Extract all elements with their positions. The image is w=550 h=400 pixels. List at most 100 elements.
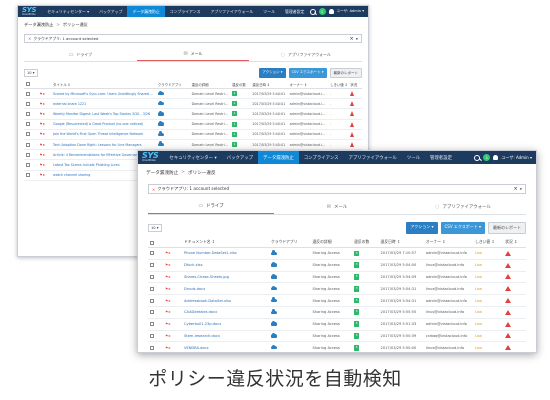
tab-app-firewall[interactable]: ◌ アプリファイアウォール xyxy=(400,200,526,214)
table-row[interactable]: ⚑➤ Scared by Microsoft's Sync.com: Users … xyxy=(24,88,362,100)
violation-count-cell[interactable]: 3 xyxy=(352,294,379,307)
nav-tools[interactable]: ツール xyxy=(258,6,280,17)
select-all-checkbox[interactable] xyxy=(150,240,154,245)
table-row[interactable]: ⚑➤ Google (Resurrected) a Great Product (… xyxy=(24,119,362,130)
nav-dlp[interactable]: データ漏洩防止 xyxy=(127,6,165,17)
document-link[interactable]: CAADdetaies.docx xyxy=(182,306,269,319)
violation-count-cell[interactable]: 3 xyxy=(352,282,379,296)
search-icon[interactable] xyxy=(474,154,481,161)
clear-filter-icon[interactable]: × xyxy=(349,36,353,42)
nav-compliance[interactable]: コンプライアンス xyxy=(299,151,344,164)
violation-count-cell[interactable]: 1 xyxy=(230,139,251,151)
col-threshold[interactable]: しきい値 ↕ xyxy=(473,237,504,248)
violation-count-badge[interactable]: 3 xyxy=(354,344,360,351)
refresh-report-button[interactable]: 最新のレポート xyxy=(488,222,526,234)
row-select[interactable] xyxy=(24,170,38,181)
violation-count-cell[interactable]: 1 xyxy=(230,88,251,100)
col-date[interactable]: 違反日時 ↕ xyxy=(250,80,288,89)
nav-dlp[interactable]: データ漏洩防止 xyxy=(258,151,299,164)
table-row[interactable]: ⚑➤ Shares-Chase-Sheets.jpg Sharing Access 3… xyxy=(148,271,526,284)
table-row[interactable]: ⚑➤ external share 1221 Domain Level Restri… xyxy=(24,98,362,110)
row-select[interactable] xyxy=(148,282,164,296)
row-select[interactable] xyxy=(148,330,164,343)
row-checkbox[interactable] xyxy=(150,310,154,315)
action-button[interactable]: アクション ▾ xyxy=(259,68,286,78)
chevron-down-icon[interactable]: ▼ xyxy=(520,187,522,191)
table-row[interactable]: ⚑➤ Join the World's First Open Threat Int… xyxy=(24,129,362,140)
row-checkbox[interactable] xyxy=(150,286,154,291)
row-select[interactable] xyxy=(148,341,164,352)
document-link[interactable]: Shares-Chase-Sheets.jpg xyxy=(182,271,269,284)
row-select[interactable] xyxy=(148,259,164,272)
violation-count-cell[interactable]: 3 xyxy=(352,259,379,272)
nav-backup[interactable]: バックアップ xyxy=(222,151,258,164)
col-owner[interactable]: オーナー ↕ xyxy=(423,237,474,248)
row-select[interactable] xyxy=(148,318,164,331)
breadcrumb-root[interactable]: データ漏洩防止 xyxy=(24,22,53,28)
violation-count-badge[interactable]: 3 xyxy=(354,309,360,316)
violation-count-badge[interactable]: 1 xyxy=(232,101,237,107)
row-checkbox[interactable] xyxy=(150,333,154,338)
row-select[interactable] xyxy=(24,129,38,140)
document-link[interactable]: VENDRA.docx xyxy=(182,341,269,352)
document-link[interactable]: Cyberbull1-23p.docx xyxy=(182,318,269,331)
user-menu[interactable]: ユーザ: Admin ▾ xyxy=(337,9,364,14)
nav-compliance[interactable]: コンプライアンス xyxy=(165,6,206,17)
document-link[interactable]: Addressbook-DataSet.xlsx xyxy=(182,294,269,307)
row-checkbox[interactable] xyxy=(150,274,154,279)
table-row[interactable]: ⚑➤ Addressbook-DataSet.xlsx Sharing Access… xyxy=(148,294,526,307)
row-select[interactable] xyxy=(148,294,164,307)
violation-count-badge[interactable]: 3 xyxy=(354,321,360,328)
chevron-down-icon[interactable]: ▼ xyxy=(356,37,358,41)
cloud-app-filter[interactable]: × クラウドアプリ: 1 account selected × ▼ xyxy=(24,34,362,43)
cloud-app-filter[interactable]: × クラウドアプリ: 1 account selected × ▼ xyxy=(148,184,526,194)
logo[interactable]: SYS CloudProbe xyxy=(142,152,159,162)
search-icon[interactable] xyxy=(309,8,316,15)
violation-count-badge[interactable]: 3 xyxy=(354,274,360,280)
document-link[interactable]: Dfuck.xlsx xyxy=(182,259,269,272)
row-checkbox[interactable] xyxy=(26,162,30,167)
tab-mail[interactable]: ✉ メール xyxy=(274,200,400,214)
document-link[interactable]: Tech Adoption Done Right: Lessons for Li… xyxy=(51,139,156,151)
row-select[interactable] xyxy=(148,306,164,319)
row-select[interactable] xyxy=(24,139,38,151)
user-menu[interactable]: ユーザ: Admin ▾ xyxy=(501,155,532,161)
col-threshold[interactable]: しきい値 ↕ xyxy=(328,80,349,89)
tab-drive[interactable]: ▭ ドライブ xyxy=(24,48,137,61)
row-select[interactable] xyxy=(24,88,38,100)
table-row[interactable]: ⚑➤ Cyberbull1-23p.docx Sharing Access 3 2017… xyxy=(148,318,526,331)
table-row[interactable]: ⚑➤ Dnuds.docx Sharing Access 3 2017/03/29 5:… xyxy=(148,282,526,296)
breadcrumb-root[interactable]: データ漏洩防止 xyxy=(146,170,178,176)
table-row[interactable]: ⚑➤ CAADdetaies.docx Sharing Access 3 2017/03… xyxy=(148,306,526,319)
notification-badge[interactable]: 1 xyxy=(483,154,491,161)
document-link[interactable]: Join the World's First Open Threat Intel… xyxy=(51,129,156,140)
document-link[interactable]: Phone Number-DataSet1.xlsx xyxy=(182,247,269,260)
csv-export-button[interactable]: CSV エクスポート ▾ xyxy=(288,68,327,78)
document-link[interactable]: Scared by Microsoft's Sync.com: Users Un… xyxy=(51,88,156,100)
col-status[interactable]: 状況 ↕ xyxy=(503,237,526,248)
table-row[interactable]: ⚑➤ Tech Adoption Done Right: Lessons for … xyxy=(24,139,362,151)
violation-count-badge[interactable]: 3 xyxy=(354,297,360,304)
clear-filter-icon[interactable]: × xyxy=(513,186,517,192)
row-checkbox[interactable] xyxy=(26,101,30,106)
nav-security-center[interactable]: セキュリティセンター ▾ xyxy=(42,6,94,17)
violation-count-badge[interactable]: 1 xyxy=(232,91,237,97)
document-link[interactable]: Google (Resurrected) a Great Product (no… xyxy=(51,119,156,130)
violation-count-cell[interactable]: 3 xyxy=(352,318,379,331)
nav-tools[interactable]: ツール xyxy=(402,151,425,164)
tab-drive[interactable]: ▭ ドライブ xyxy=(148,200,274,214)
row-checkbox[interactable] xyxy=(150,345,154,350)
row-select[interactable] xyxy=(24,119,38,130)
nav-security-center[interactable]: セキュリティセンター ▾ xyxy=(164,151,221,164)
refresh-report-button[interactable]: 最新のレポート xyxy=(329,68,362,78)
notification-badge[interactable]: 1 xyxy=(318,8,326,15)
violation-count-badge[interactable]: 1 xyxy=(232,131,237,137)
table-row[interactable]: ⚑➤ Stem-research.docx Sharing Access 3 2017/… xyxy=(148,330,526,343)
col-select[interactable] xyxy=(148,237,164,248)
row-checkbox[interactable] xyxy=(26,152,30,157)
row-checkbox[interactable] xyxy=(26,122,30,127)
col-date[interactable]: 違反日時 ↕ xyxy=(378,237,424,248)
violation-count-badge[interactable]: 3 xyxy=(354,285,360,292)
select-all-checkbox[interactable] xyxy=(26,82,30,86)
violation-count-cell[interactable]: 1 xyxy=(230,119,251,130)
